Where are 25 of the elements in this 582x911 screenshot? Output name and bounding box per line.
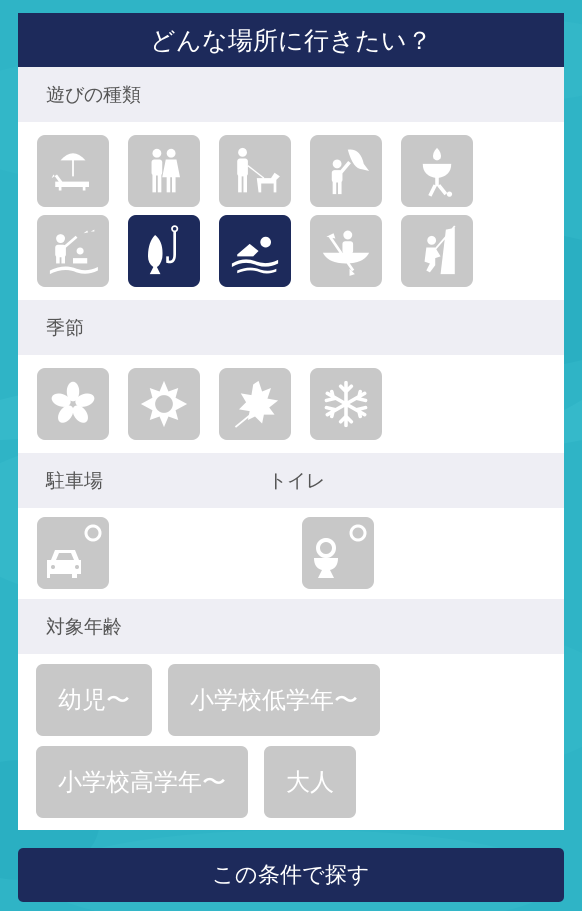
category-toggle[interactable]	[128, 368, 200, 440]
section-title: 遊びの種類	[46, 82, 141, 108]
category-toggle[interactable]	[401, 135, 473, 207]
facility-toggle[interactable]	[37, 517, 109, 589]
facility-toggle[interactable]	[302, 517, 374, 589]
section-title: 駐車場	[46, 468, 104, 494]
car-icon	[47, 549, 83, 579]
category-toggle[interactable]	[37, 135, 109, 207]
category-toggle[interactable]	[310, 135, 382, 207]
category-toggle[interactable]	[310, 368, 382, 440]
category-toggle[interactable]	[128, 135, 200, 207]
section-title: 季節	[46, 316, 84, 340]
category-toggle[interactable]	[219, 215, 291, 287]
category-toggle[interactable]	[219, 368, 291, 440]
category-toggle[interactable]	[128, 215, 200, 287]
category-toggle[interactable]	[401, 215, 473, 287]
category-toggle[interactable]	[219, 135, 291, 207]
search-button[interactable]: この条件で探す	[18, 848, 564, 902]
toilet-icon	[312, 538, 340, 579]
category-toggle[interactable]	[310, 215, 382, 287]
section-title: 対象年齢	[46, 614, 122, 640]
panel-title: どんな場所に行きたい？	[150, 24, 432, 56]
category-toggle[interactable]	[37, 368, 109, 440]
section-title: トイレ	[268, 468, 326, 494]
category-toggle[interactable]	[37, 215, 109, 287]
